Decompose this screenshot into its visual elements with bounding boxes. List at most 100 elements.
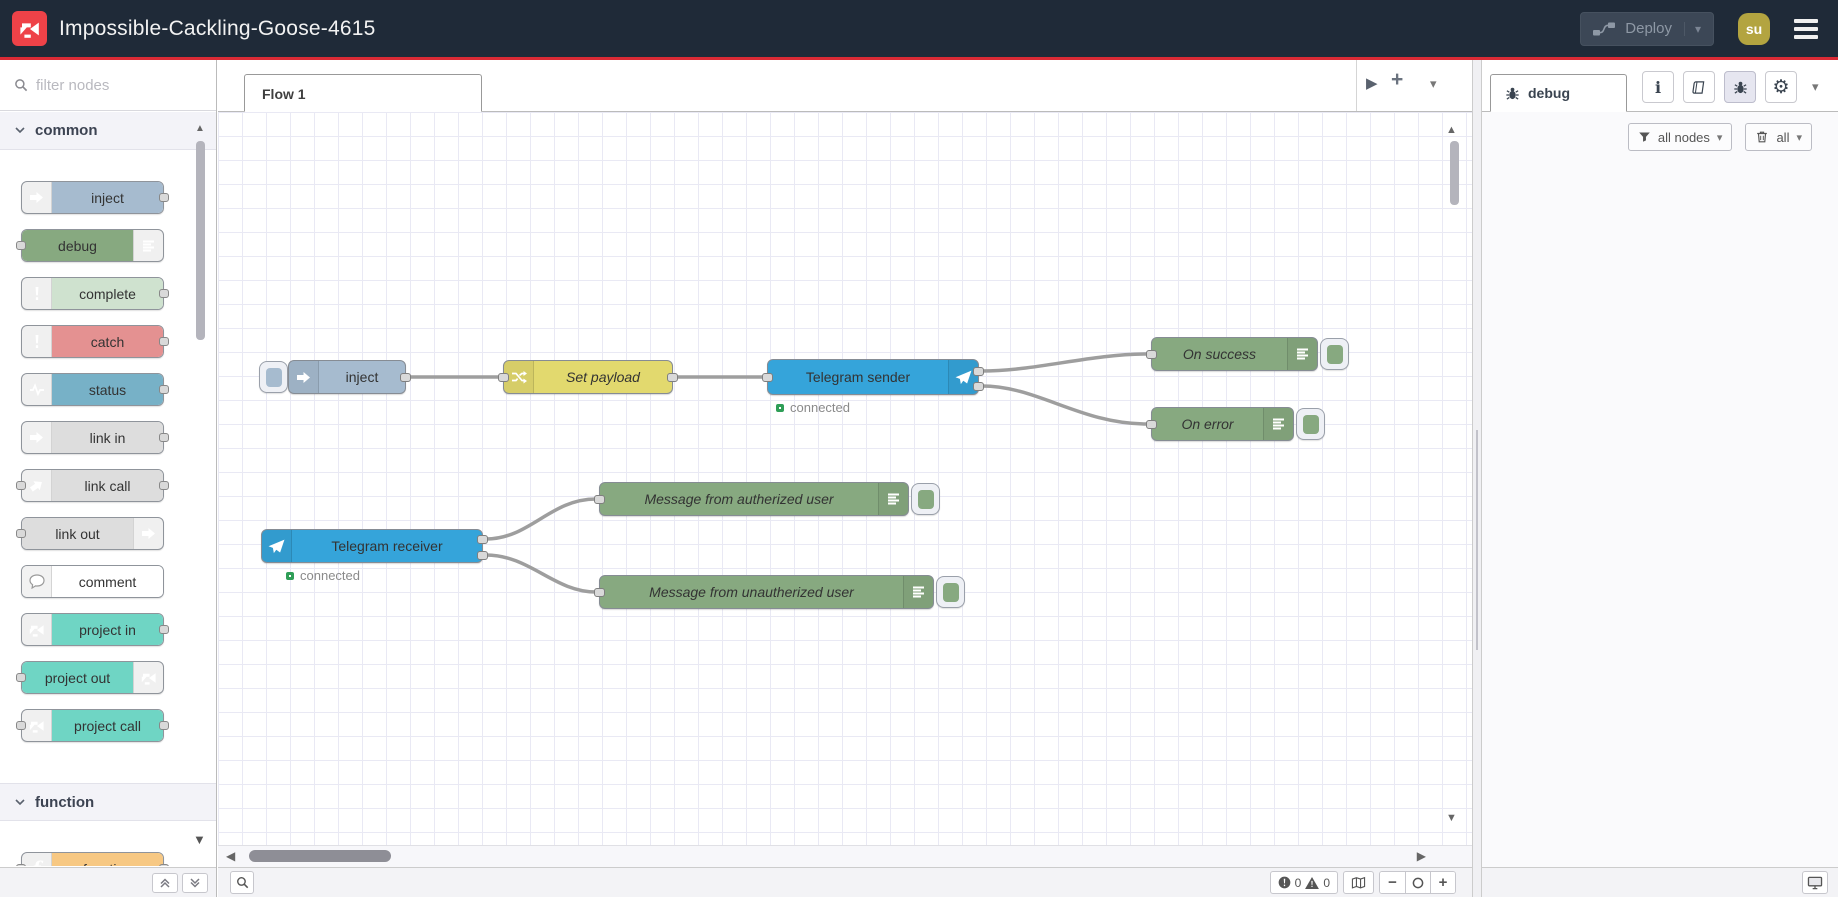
flow-node-set-payload[interactable]: Set payload [498, 360, 678, 394]
canvas-vscrollbar-thumb[interactable] [1450, 141, 1459, 205]
debug-toggle-button[interactable] [911, 483, 940, 515]
flow-menu-caret[interactable]: ▾ [1430, 76, 1437, 92]
open-flow-list-button[interactable]: ▶ [1366, 74, 1378, 92]
palette-node-debug[interactable]: debug [16, 229, 164, 262]
palette-node-project-call[interactable]: project call [16, 709, 169, 742]
debug-clear-button[interactable]: all ▾ [1745, 123, 1812, 151]
debug-toggle-button[interactable] [1296, 408, 1325, 440]
canvas-footer: 0 0 − + [218, 867, 1472, 897]
search-flows-button[interactable] [230, 871, 254, 894]
palette-node-catch[interactable]: catch [21, 325, 169, 358]
flow-node-on-error[interactable]: On error [1146, 407, 1294, 441]
palette-category-common[interactable]: common [0, 112, 216, 150]
output-port-1[interactable] [973, 367, 984, 376]
palette-node-link-in[interactable]: link in [21, 421, 169, 454]
flow-node-message-unauthorized[interactable]: Message from unautherized user [594, 575, 934, 609]
sidebar-tool-config-button[interactable]: ⚙ [1765, 71, 1797, 103]
input-port[interactable] [498, 373, 509, 382]
palette-node-comment[interactable]: comment [21, 565, 164, 598]
input-port[interactable] [1146, 420, 1157, 429]
user-avatar[interactable]: su [1738, 12, 1770, 45]
input-port[interactable] [594, 588, 605, 597]
flow-node-telegram-sender[interactable]: Telegram sender [762, 359, 984, 395]
output-port-2[interactable] [477, 551, 488, 560]
list-icon [903, 576, 933, 608]
wire[interactable] [484, 497, 598, 541]
output-port[interactable] [667, 373, 678, 382]
map-icon [1351, 876, 1366, 890]
wire[interactable] [484, 553, 598, 594]
zoom-reset-button[interactable] [1405, 872, 1430, 893]
palette-node-link-out[interactable]: link out [16, 517, 164, 550]
node-status: connected [776, 400, 850, 415]
sidebar-splitter[interactable] [1472, 60, 1482, 897]
exclamation-icon [22, 326, 52, 357]
canvas-scroll-up-arrow[interactable]: ▲ [1446, 124, 1457, 136]
palette-node-project-out[interactable]: project out [16, 661, 164, 694]
sidebar-tool-help-button[interactable] [1683, 71, 1715, 103]
tab-flow-1[interactable]: Flow 1 [244, 74, 482, 112]
sidebar-tabs-caret[interactable]: ▾ [1812, 79, 1819, 95]
input-port[interactable] [594, 495, 605, 504]
magnifier-icon [14, 78, 28, 92]
flow-node-message-authorized[interactable]: Message from autherized user [594, 482, 909, 516]
node-status: connected [286, 568, 360, 583]
open-debug-window-button[interactable] [1802, 871, 1828, 894]
flow-node-inject[interactable]: inject [288, 360, 411, 394]
tab-debug[interactable]: debug [1490, 74, 1627, 112]
input-port[interactable] [1146, 350, 1157, 359]
flow-canvas[interactable]: inject Set payload Telegram sender conne… [218, 112, 1472, 845]
collapse-all-categories-button[interactable] [152, 872, 178, 893]
notifications-badge[interactable]: 0 0 [1269, 871, 1338, 894]
debug-toggle-button[interactable] [1320, 338, 1349, 370]
flow-node-on-success[interactable]: On success [1146, 337, 1318, 371]
canvas-hscrollbar-thumb[interactable] [249, 850, 391, 862]
deploy-button[interactable]: Deploy ▾ [1580, 11, 1714, 46]
flow-node-telegram-receiver[interactable]: Telegram receiver [261, 529, 488, 563]
input-port[interactable] [762, 373, 773, 382]
triangle-exclamation-icon [1305, 877, 1319, 889]
canvas-scroll-right-arrow[interactable]: ▶ [1417, 849, 1426, 863]
node-red-mark-icon [22, 614, 52, 645]
output-port-2[interactable] [973, 382, 984, 391]
chevron-down-icon [15, 127, 25, 134]
book-icon [1692, 80, 1707, 95]
header-accent-line [0, 57, 1838, 60]
palette-node-status[interactable]: status [21, 373, 169, 406]
palette-category-function[interactable]: function [0, 783, 216, 821]
palette-node-link-call[interactable]: link call [16, 469, 169, 502]
wire[interactable] [980, 352, 1149, 373]
node-port [16, 529, 26, 538]
status-dot-icon [286, 571, 294, 580]
deploy-options-caret[interactable]: ▾ [1683, 21, 1701, 36]
add-flow-button[interactable]: + [1391, 68, 1403, 92]
toggle-navigator-button[interactable] [1343, 871, 1374, 894]
palette-filter-input[interactable] [36, 76, 176, 94]
canvas-scroll-down-arrow[interactable]: ▼ [1446, 812, 1457, 824]
wire[interactable] [980, 384, 1149, 426]
sidebar-tool-info-button[interactable]: i [1642, 71, 1674, 103]
palette-scroll-area: common inject debug complete catch statu… [0, 112, 216, 866]
chevron-down-icon: ▾ [1796, 131, 1802, 144]
canvas-scroll-left-arrow[interactable]: ◀ [226, 849, 235, 863]
palette-scroll-up-arrow[interactable]: ▲ [195, 123, 205, 134]
debug-toggle-button[interactable] [936, 576, 965, 608]
bug-icon [1505, 86, 1520, 101]
sidebar-tool-debug-button[interactable] [1724, 71, 1756, 103]
node-port [16, 481, 26, 490]
main-menu-button[interactable] [1794, 18, 1818, 39]
palette-scrollbar-thumb[interactable] [196, 141, 205, 340]
output-port[interactable] [400, 373, 411, 382]
node-port [159, 337, 169, 346]
debug-filter-button[interactable]: all nodes ▾ [1627, 123, 1733, 151]
palette-node-project-in[interactable]: project in [21, 613, 169, 646]
zoom-in-button[interactable]: + [1430, 872, 1455, 893]
palette-node-complete[interactable]: complete [21, 277, 169, 310]
inject-trigger-button[interactable] [259, 361, 288, 393]
expand-all-categories-button[interactable] [182, 872, 208, 893]
palette-scroll-down-arrow[interactable]: ▼ [193, 832, 206, 847]
output-port-1[interactable] [477, 535, 488, 544]
palette-node-inject[interactable]: inject [21, 181, 169, 214]
palette-node-function[interactable]: f function [16, 852, 169, 866]
zoom-out-button[interactable]: − [1380, 872, 1405, 893]
